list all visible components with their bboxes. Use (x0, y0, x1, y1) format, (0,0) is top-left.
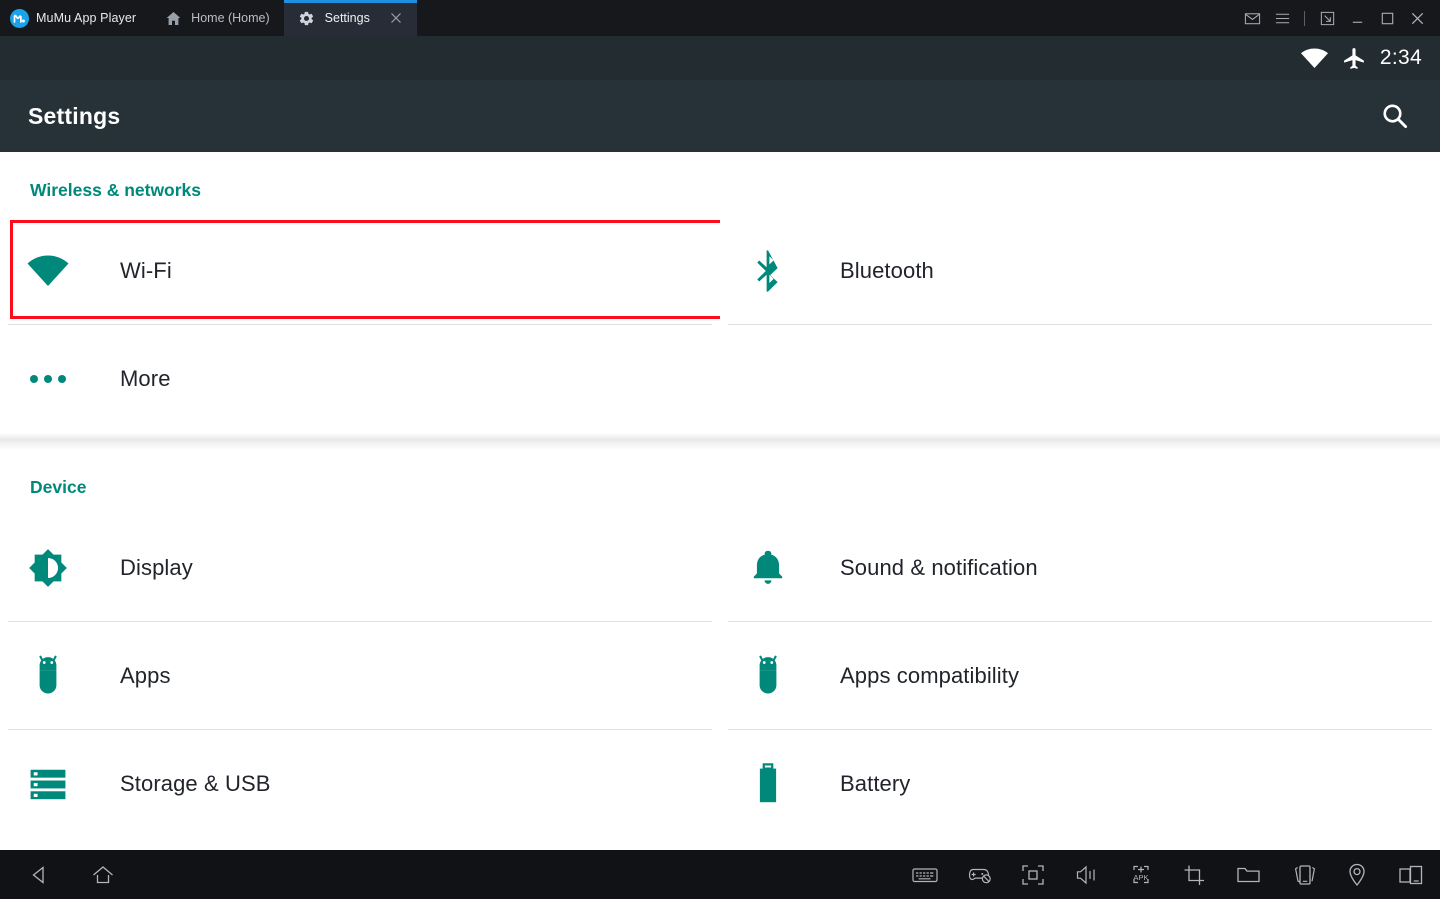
emulator-tool-buttons: APK (910, 860, 1426, 890)
window-title-bar: MuMu App Player Home (Home) Settings (0, 0, 1440, 36)
window-controls (1237, 0, 1440, 36)
app-brand: MuMu App Player (0, 0, 150, 36)
svg-text:APK: APK (1133, 873, 1148, 882)
emulator-bottom-bar: APK (0, 850, 1440, 899)
settings-grid-device: Display Apps Storage & U (0, 514, 1440, 838)
section-device: Device Display Apps (0, 449, 1440, 838)
brightness-icon (24, 544, 72, 592)
status-bar-clock: 2:34 (1380, 46, 1422, 70)
gamepad-disabled-icon[interactable] (964, 860, 994, 890)
settings-item-label: Display (120, 555, 193, 581)
settings-item-label: Apps compatibility (840, 663, 1019, 689)
restore-resize-icon[interactable] (1312, 0, 1342, 36)
mumu-logo-icon (10, 9, 29, 28)
column-left-wireless: Wi-Fi More (0, 217, 720, 433)
settings-item-label: Sound & notification (840, 555, 1038, 581)
bluetooth-icon (744, 247, 792, 295)
close-icon[interactable] (389, 11, 403, 25)
settings-item-bluetooth[interactable]: Bluetooth (720, 217, 1440, 325)
mumu-app-player-window: MuMu App Player Home (Home) Settings (0, 0, 1440, 899)
section-header-device: Device (0, 449, 1440, 514)
install-apk-icon[interactable]: APK (1126, 860, 1156, 890)
tab-settings[interactable]: Settings (284, 0, 417, 36)
maximize-icon[interactable] (1372, 0, 1402, 36)
page-title: Settings (28, 103, 120, 130)
settings-item-storage-usb[interactable]: Storage & USB (0, 730, 720, 838)
mail-icon[interactable] (1237, 0, 1267, 36)
app-brand-label: MuMu App Player (36, 11, 136, 25)
gear-icon (298, 9, 316, 27)
column-left-device: Display Apps Storage & U (0, 514, 720, 838)
settings-item-label: More (120, 366, 171, 392)
home-nav-icon[interactable] (88, 860, 118, 890)
settings-item-wifi[interactable]: Wi-Fi (0, 217, 720, 325)
settings-item-apps[interactable]: Apps (0, 622, 720, 730)
search-icon[interactable] (1372, 93, 1418, 139)
minimize-icon[interactable] (1342, 0, 1372, 36)
android-robot-icon (24, 652, 72, 700)
home-icon (164, 9, 182, 27)
settings-action-bar: Settings (0, 80, 1440, 152)
screenshot-crop-icon[interactable] (1180, 860, 1210, 890)
settings-item-empty (720, 325, 1440, 433)
menu-icon[interactable] (1267, 0, 1297, 36)
keyboard-icon[interactable] (910, 860, 940, 890)
section-wireless-networks: Wireless & networks Wi-Fi More (0, 152, 1440, 433)
wifi-icon (1300, 47, 1329, 69)
settings-item-display[interactable]: Display (0, 514, 720, 622)
multi-instance-icon[interactable] (1396, 860, 1426, 890)
battery-icon (744, 760, 792, 808)
settings-grid-wireless: Wi-Fi More (0, 217, 1440, 433)
title-bar-spacer (417, 0, 1237, 36)
settings-item-label: Battery (840, 771, 910, 797)
android-nav-buttons (24, 860, 118, 890)
settings-content: Wireless & networks Wi-Fi More (0, 152, 1440, 850)
settings-item-more[interactable]: More (0, 325, 720, 433)
fullscreen-icon[interactable] (1018, 860, 1048, 890)
folder-icon[interactable] (1234, 860, 1264, 890)
close-window-icon[interactable] (1402, 0, 1432, 36)
settings-item-label: Apps (120, 663, 171, 689)
shake-phone-icon[interactable] (1288, 860, 1318, 890)
settings-item-label: Wi-Fi (120, 258, 172, 284)
android-robot-icon (744, 652, 792, 700)
section-separator (0, 433, 1440, 449)
tab-settings-label: Settings (325, 11, 370, 25)
settings-item-label: Storage & USB (120, 771, 271, 797)
wifi-icon (24, 247, 72, 295)
settings-item-battery[interactable]: Battery (720, 730, 1440, 838)
tab-home-label: Home (Home) (191, 11, 270, 25)
volume-icon[interactable] (1072, 860, 1102, 890)
more-dots-icon (24, 355, 72, 403)
airplane-mode-icon (1342, 46, 1367, 71)
settings-item-sound-notification[interactable]: Sound & notification (720, 514, 1440, 622)
column-right-device: Sound & notification Apps compatibility (720, 514, 1440, 838)
settings-item-label: Bluetooth (840, 258, 934, 284)
back-nav-icon[interactable] (24, 860, 54, 890)
location-pin-icon[interactable] (1342, 860, 1372, 890)
settings-item-apps-compatibility[interactable]: Apps compatibility (720, 622, 1440, 730)
android-status-bar: 2:34 (0, 36, 1440, 80)
storage-icon (24, 760, 72, 808)
window-controls-divider (1304, 11, 1305, 26)
section-header-wireless: Wireless & networks (0, 152, 1440, 217)
tab-home[interactable]: Home (Home) (150, 0, 284, 36)
column-right-wireless: Bluetooth (720, 217, 1440, 433)
bell-icon (744, 544, 792, 592)
